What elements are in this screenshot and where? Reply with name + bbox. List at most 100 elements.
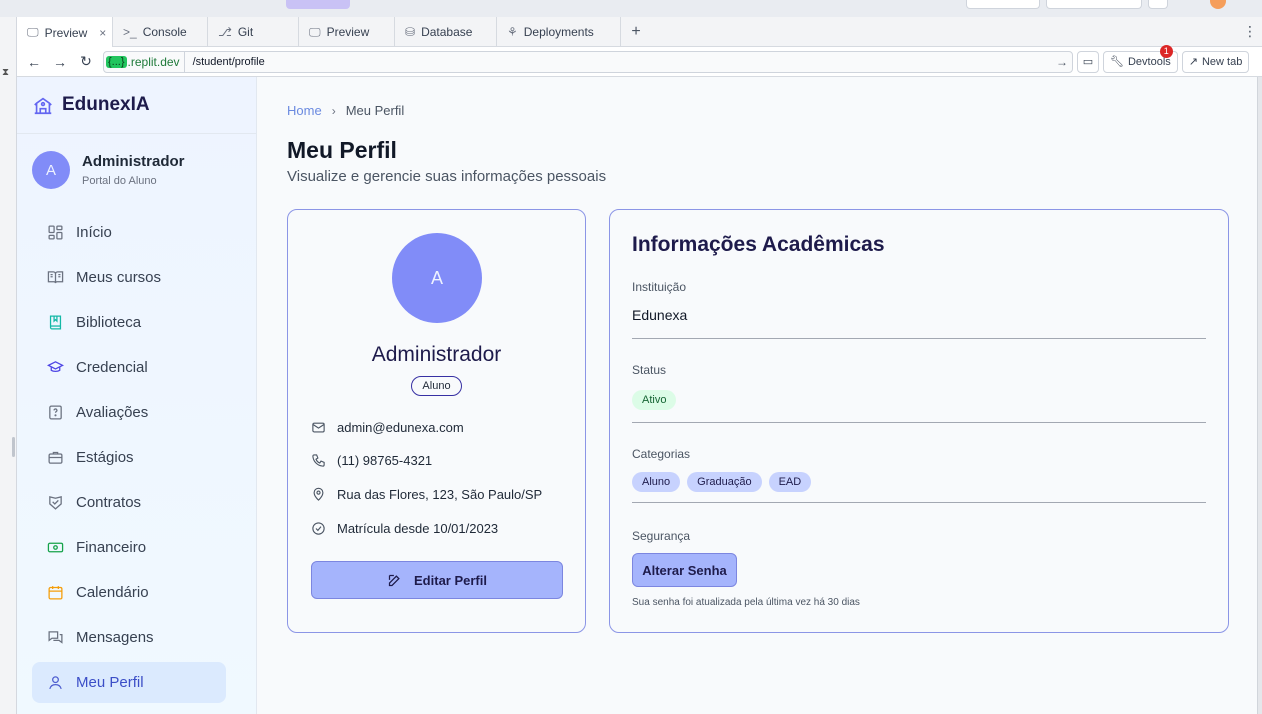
back-arrow-icon[interactable]: ← bbox=[23, 51, 45, 73]
sidebar-item-label: Mensagens bbox=[76, 629, 154, 646]
calendar-icon bbox=[48, 586, 63, 600]
account-avatar[interactable] bbox=[1210, 0, 1226, 9]
sidebar-item-label: Biblioteca bbox=[76, 314, 142, 331]
terminal-icon: >_ bbox=[123, 25, 137, 39]
password-note: Sua senha foi atualizada pela última vez… bbox=[632, 597, 860, 608]
avatar[interactable]: A bbox=[32, 151, 70, 189]
top-control[interactable] bbox=[1148, 0, 1168, 9]
go-arrow-icon[interactable]: → bbox=[1052, 55, 1072, 69]
tab-console[interactable]: >_ Console bbox=[113, 17, 208, 47]
category-chip: Aluno bbox=[632, 472, 681, 492]
url-field[interactable]: {...} .replit.dev /student/profile → bbox=[103, 50, 1073, 73]
divider bbox=[632, 502, 1206, 503]
external-link-icon: ↗ bbox=[1188, 56, 1198, 68]
url-path[interactable]: /student/profile bbox=[185, 56, 1052, 68]
new-tab-button[interactable]: ↗ New tab bbox=[1181, 50, 1250, 73]
close-icon[interactable]: × bbox=[99, 26, 106, 40]
messages-icon bbox=[48, 631, 63, 644]
tab-preview[interactable]: 🖵 Preview bbox=[299, 17, 395, 47]
tab-label: Deployments bbox=[523, 25, 594, 39]
sidebar-item-label: Financeiro bbox=[76, 539, 147, 556]
address-text: Rua das Flores, 123, São Paulo/SP bbox=[337, 487, 543, 502]
sidebar-item-contratos[interactable]: Contratos bbox=[32, 482, 226, 523]
sidebar-item-estagios[interactable]: Estágios bbox=[32, 437, 226, 478]
tab-database[interactable]: ⛁ Database bbox=[395, 17, 497, 47]
divider bbox=[632, 338, 1206, 339]
phone-icon bbox=[312, 454, 325, 467]
info-since: Matrícula desde 10/01/2023 bbox=[311, 521, 498, 536]
url-host[interactable]: {...} .replit.dev bbox=[104, 51, 185, 72]
role-badge: Aluno bbox=[411, 376, 462, 396]
security-label: Segurança bbox=[632, 529, 691, 543]
top-control[interactable] bbox=[1046, 0, 1142, 9]
since-text: Matrícula desde 10/01/2023 bbox=[337, 521, 499, 536]
new-tab-plus-icon[interactable]: + bbox=[621, 17, 651, 46]
reload-icon[interactable]: ↻ bbox=[75, 51, 97, 73]
sidebar-item-label: Contratos bbox=[76, 494, 142, 511]
category-chip: EAD bbox=[768, 472, 812, 492]
new-tab-label: New tab bbox=[1201, 55, 1243, 68]
email-text: admin@edunexa.com bbox=[337, 420, 464, 435]
divider bbox=[632, 422, 1206, 423]
question-file-icon bbox=[49, 405, 62, 420]
page-subtitle: Visualize e gerencie suas informações pe… bbox=[287, 168, 607, 185]
tab-git[interactable]: ⎇ Git bbox=[208, 17, 299, 47]
forward-arrow-icon[interactable]: → bbox=[49, 51, 71, 73]
status-badge: Ativo bbox=[632, 390, 677, 410]
workspace-pill[interactable] bbox=[286, 0, 350, 9]
resize-handle[interactable] bbox=[12, 437, 15, 457]
devtools-count-badge: 1 bbox=[1159, 44, 1173, 58]
tab-deployments[interactable]: ⚘ Deployments bbox=[497, 17, 621, 47]
sidebar-item-label: Avaliações bbox=[76, 404, 149, 421]
os-top-strip bbox=[0, 0, 1262, 17]
sidebar-item-label: Calendário bbox=[76, 584, 149, 601]
git-icon: ⎇ bbox=[218, 25, 232, 39]
institution-value: Edunexa bbox=[632, 307, 688, 323]
kebab-menu-icon[interactable]: ⋮ bbox=[1238, 17, 1262, 46]
brand[interactable]: EdunexIA bbox=[17, 77, 256, 134]
breadcrumb-home-link[interactable]: Home bbox=[287, 103, 322, 118]
tab-label: Database bbox=[421, 25, 473, 39]
info-phone: (11) 98765-4321 bbox=[311, 453, 432, 468]
categories-list: Aluno Graduação EAD bbox=[632, 472, 812, 492]
breadcrumb-current: Meu Perfil bbox=[345, 103, 405, 118]
sidebar-item-inicio[interactable]: Início bbox=[32, 212, 226, 253]
user-icon bbox=[49, 676, 62, 690]
sidebar-item-avaliacoes[interactable]: Avaliações bbox=[32, 392, 226, 433]
sidebar-item-label: Início bbox=[76, 224, 112, 241]
screen-icon[interactable]: ▭ bbox=[1077, 50, 1099, 73]
phone-text: (11) 98765-4321 bbox=[337, 453, 433, 468]
sidebar-item-meus-cursos[interactable]: Meus cursos bbox=[32, 257, 226, 298]
devtools-button[interactable]: 🔧︎ Devtools 1 bbox=[1103, 44, 1178, 73]
edit-profile-button[interactable]: Editar Perfil bbox=[311, 561, 563, 599]
breadcrumb: Home › Meu Perfil bbox=[287, 103, 404, 118]
tab-preview-active[interactable]: 🖵 Preview × bbox=[17, 17, 113, 48]
deploy-icon: ⚘ bbox=[507, 25, 518, 39]
sidebar-item-mensagens[interactable]: Mensagens bbox=[32, 617, 226, 658]
mail-icon bbox=[312, 422, 325, 433]
edit-pencil-icon bbox=[388, 574, 400, 586]
sidebar-item-meu-perfil[interactable]: Meu Perfil bbox=[32, 662, 226, 703]
tab-label: Preview bbox=[326, 25, 370, 39]
sidebar-item-label: Meu Perfil bbox=[76, 674, 144, 691]
top-control[interactable] bbox=[966, 0, 1040, 9]
profile-name: Administrador bbox=[371, 343, 502, 366]
sidebar-item-financeiro[interactable]: Financeiro bbox=[32, 527, 226, 568]
category-chip: Graduação bbox=[687, 472, 762, 492]
tab-bar: 🖵 Preview × >_ Console ⎇ Git 🖵 Preview ⛁… bbox=[17, 17, 1262, 48]
sidebar-menu: Início Meus cursos Biblioteca Credencial… bbox=[32, 212, 226, 707]
academic-card: Informações Acadêmicas Instituição Edune… bbox=[609, 209, 1229, 633]
map-pin-icon bbox=[313, 487, 324, 501]
check-circle-icon bbox=[312, 522, 325, 535]
change-password-button[interactable]: Alterar Senha bbox=[632, 553, 737, 587]
sidebar: EdunexIA A Administrador Portal do Aluno… bbox=[17, 77, 257, 714]
sidebar-item-biblioteca[interactable]: Biblioteca bbox=[32, 302, 226, 343]
sidebar-item-calendario[interactable]: Calendário bbox=[32, 572, 226, 613]
banknote-icon bbox=[47, 542, 64, 553]
sidebar-item-label: Credencial bbox=[76, 359, 148, 376]
sidebar-item-credencial[interactable]: Credencial bbox=[32, 347, 226, 388]
page-title: Meu Perfil bbox=[287, 137, 397, 163]
right-scrollbar[interactable] bbox=[1257, 77, 1262, 714]
main-content: Home › Meu Perfil Meu Perfil Visualize e… bbox=[257, 77, 1257, 714]
host-badge: {...} bbox=[106, 55, 127, 68]
